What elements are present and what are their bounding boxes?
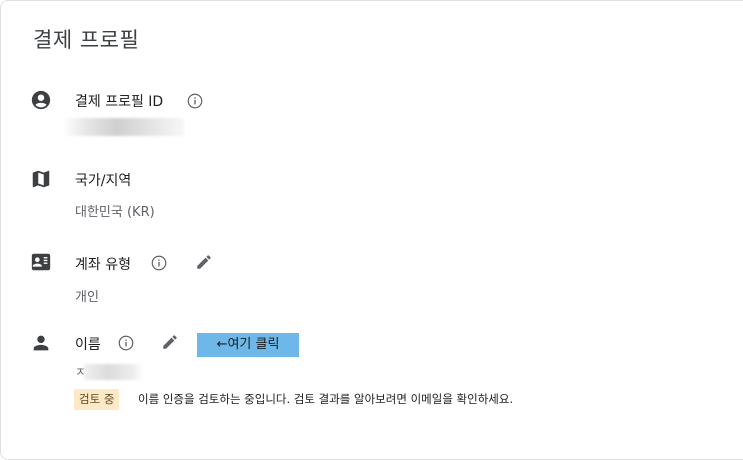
map-icon [30,168,52,190]
account-circle-icon [30,89,52,111]
name-label: 이름 [75,337,101,353]
account-type-label: 계좌 유형 [75,257,131,273]
profile-id-value-redacted [62,118,184,136]
review-status-message: 이름 인증을 검토하는 중입니다. 검토 결과를 알아보려면 이메일을 확인하세… [138,392,514,406]
page-title: 결제 프로필 [33,28,140,52]
click-here-callout: ←여기 클릭 [197,333,299,357]
name-value-redacted [84,364,144,380]
country-label: 국가/지역 [75,173,132,189]
account-type-edit-icon[interactable] [195,253,213,271]
person-icon [30,332,52,354]
profile-id-info-icon[interactable] [186,92,204,110]
name-edit-icon[interactable] [161,333,179,351]
account-type-info-icon[interactable] [150,254,168,272]
account-type-value: 개인 [75,290,99,305]
status-badge: 검토 중 [74,389,120,410]
id-card-icon [30,251,52,273]
country-value: 대한민국 (KR) [75,205,155,220]
profile-id-label: 결제 프로필 ID [75,94,164,110]
name-info-icon[interactable] [117,334,135,352]
